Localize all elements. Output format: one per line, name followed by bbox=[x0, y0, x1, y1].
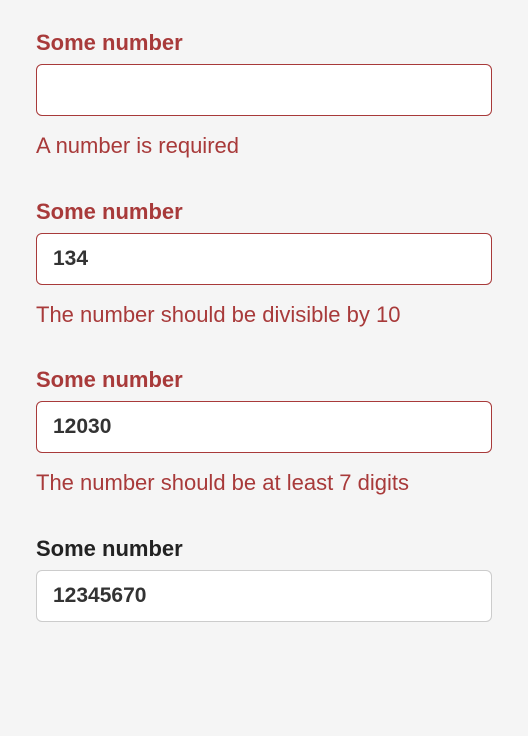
field-label: Some number bbox=[36, 199, 492, 225]
validation-message: The number should be divisible by 10 bbox=[36, 301, 492, 330]
field-group-4: Some number bbox=[36, 536, 492, 622]
validation-message: A number is required bbox=[36, 132, 492, 161]
field-group-2: Some number The number should be divisib… bbox=[36, 199, 492, 330]
number-input[interactable] bbox=[36, 401, 492, 453]
number-input[interactable] bbox=[36, 233, 492, 285]
number-input[interactable] bbox=[36, 64, 492, 116]
field-label: Some number bbox=[36, 30, 492, 56]
field-group-1: Some number A number is required bbox=[36, 30, 492, 161]
field-group-3: Some number The number should be at leas… bbox=[36, 367, 492, 498]
validation-message: The number should be at least 7 digits bbox=[36, 469, 492, 498]
number-input[interactable] bbox=[36, 570, 492, 622]
field-label: Some number bbox=[36, 536, 492, 562]
field-label: Some number bbox=[36, 367, 492, 393]
